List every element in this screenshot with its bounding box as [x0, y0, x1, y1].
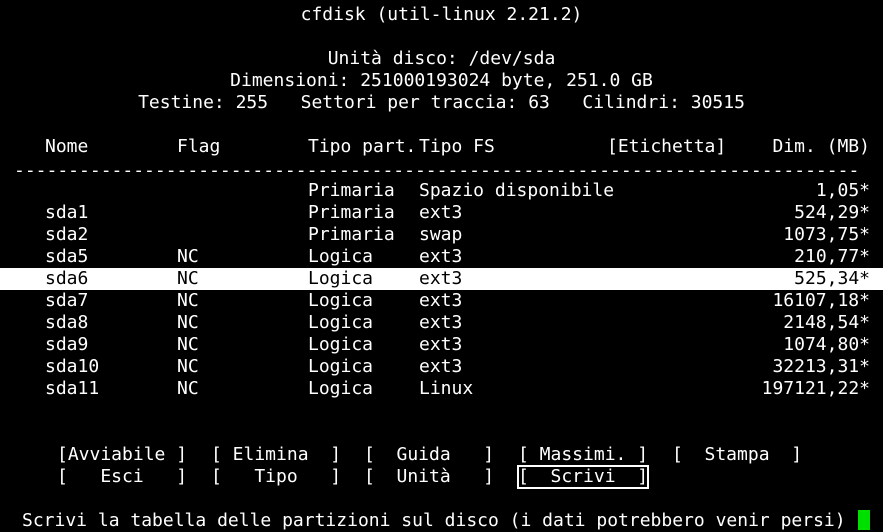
partition-name: sda7 — [45, 290, 89, 311]
partition-flag: NC — [177, 290, 199, 311]
partition-name: sda11 — [45, 378, 100, 399]
table-row[interactable]: Primaria Spazio disponibile 1,05* — [0, 180, 883, 202]
partition-type: Logica — [308, 290, 374, 311]
disk-geometry: Testine: 255 Settori per traccia: 63 Cil… — [138, 92, 745, 113]
partition-type: Logica — [308, 268, 374, 289]
partition-size: 32213,31* — [772, 356, 870, 377]
quit-button[interactable]: [ Esci ] — [57, 466, 187, 488]
partition-size: 2148,54* — [783, 312, 870, 333]
partition-type: Logica — [308, 312, 374, 333]
partition-fs: ext3 — [419, 246, 463, 267]
status-message: Scrivi la tabella delle partizioni sul d… — [22, 510, 846, 531]
partition-size: 1,05* — [815, 180, 870, 201]
maximize-button[interactable]: [ Massimi. ] — [518, 444, 648, 466]
partition-type: Logica — [308, 356, 374, 377]
disk-size: Dimensioni: 251000193024 byte, 251.0 GB — [230, 70, 653, 91]
partition-fs: ext3 — [419, 268, 463, 289]
partition-fs: ext3 — [419, 290, 463, 311]
partition-size: 210,77* — [794, 246, 870, 267]
header-name: Nome — [45, 136, 89, 157]
partition-flag: NC — [177, 334, 199, 355]
partition-fs: Spazio disponibile — [419, 180, 615, 201]
type-button[interactable]: [ Tipo ] — [211, 466, 341, 488]
table-row[interactable]: sda5 NC Logica ext3 210,77* — [0, 246, 883, 268]
header-label: [Etichetta] — [607, 136, 727, 157]
header-size: Dim. (MB) — [772, 136, 870, 157]
partition-flag: NC — [177, 268, 199, 289]
partition-size: 524,29* — [794, 202, 870, 223]
header-flag: Flag — [177, 136, 221, 157]
partition-name: sda10 — [45, 356, 100, 377]
partition-type: Logica — [308, 378, 374, 399]
partition-type: Logica — [308, 334, 374, 355]
table-row[interactable]: sda1 Primaria ext3 524,29* — [0, 202, 883, 224]
table-row[interactable]: sda7 NC Logica ext3 16107,18* — [0, 290, 883, 312]
partition-name: sda9 — [45, 334, 89, 355]
partition-flag: NC — [177, 246, 199, 267]
table-row[interactable]: sda2 Primaria swap 1073,75* — [0, 224, 883, 246]
partition-fs: swap — [419, 224, 463, 245]
table-row[interactable]: sda8 NC Logica ext3 2148,54* — [0, 312, 883, 334]
app-title: cfdisk (util-linux 2.21.2) — [300, 4, 583, 25]
partition-fs: ext3 — [419, 356, 463, 377]
header-fs: Tipo FS — [419, 136, 495, 157]
partition-size: 197121,22* — [761, 378, 870, 399]
table-row[interactable]: sda10 NC Logica ext3 32213,31* — [0, 356, 883, 378]
write-button[interactable]: [ Scrivi ] — [516, 465, 650, 489]
partition-size: 1074,80* — [783, 334, 870, 355]
table-row-selected[interactable]: sda6 NC Logica ext3 525,34* — [0, 268, 883, 290]
terminal-screen: cfdisk (util-linux 2.21.2) Unità disco: … — [0, 0, 883, 532]
partition-flag: NC — [177, 378, 199, 399]
disk-unit: Unità disco: /dev/sda — [327, 48, 556, 69]
table-row[interactable]: sda9 NC Logica ext3 1074,80* — [0, 334, 883, 356]
table-separator: ----------------------------------------… — [14, 160, 860, 181]
partition-fs: ext3 — [419, 202, 463, 223]
partition-type: Primaria — [308, 224, 395, 245]
partition-name: sda2 — [45, 224, 89, 245]
partition-name: sda5 — [45, 246, 89, 267]
partition-size: 1073,75* — [783, 224, 870, 245]
partition-flag: NC — [177, 356, 199, 377]
partition-name: sda8 — [45, 312, 89, 333]
partition-fs: ext3 — [419, 334, 463, 355]
print-button[interactable]: [ Stampa ] — [672, 444, 802, 466]
units-button[interactable]: [ Unità ] — [364, 466, 494, 488]
partition-flag: NC — [177, 312, 199, 333]
partition-fs: Linux — [419, 378, 474, 399]
partition-type: Primaria — [308, 180, 395, 201]
table-row[interactable]: sda11 NC Logica Linux 197121,22* — [0, 378, 883, 400]
partition-name: sda1 — [45, 202, 89, 223]
table-header: Nome Flag Tipo part. Tipo FS [Etichetta]… — [0, 136, 883, 158]
bootable-button[interactable]: [Avviabile ] — [57, 444, 187, 466]
partition-fs: ext3 — [419, 312, 463, 333]
partition-size: 525,34* — [794, 268, 870, 289]
partition-type: Logica — [308, 246, 374, 267]
partition-type: Primaria — [308, 202, 395, 223]
header-type: Tipo part. — [308, 136, 417, 157]
terminal-cursor — [858, 510, 870, 530]
partition-name: sda6 — [45, 268, 89, 289]
help-button[interactable]: [ Guida ] — [364, 444, 494, 466]
partition-size: 16107,18* — [772, 290, 870, 311]
delete-button[interactable]: [ Elimina ] — [211, 444, 341, 466]
